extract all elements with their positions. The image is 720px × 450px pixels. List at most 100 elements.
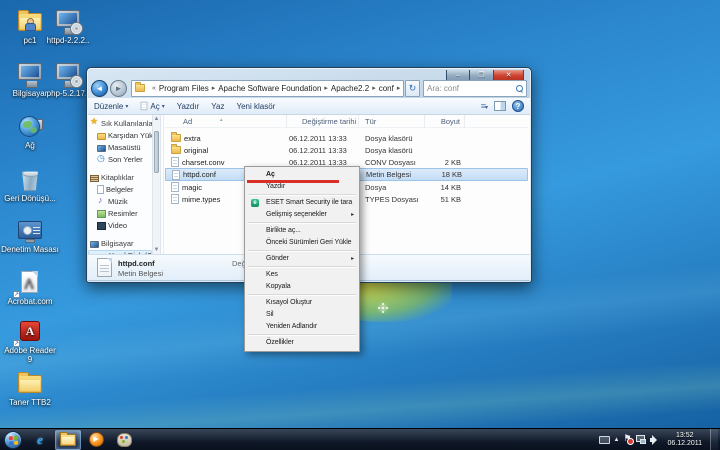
menu-item-create-shortcut[interactable]: Kısayol Oluştur <box>246 297 358 309</box>
scroll-up-icon[interactable]: ▲ <box>153 115 160 123</box>
show-desktop-button[interactable] <box>710 429 718 450</box>
clock-icon <box>97 155 106 164</box>
details-filename: httpd.conf <box>118 259 155 268</box>
computer-icon <box>90 241 99 248</box>
file-type: Dosya <box>359 183 425 192</box>
menu-item-cut[interactable]: Kes <box>246 269 358 281</box>
organize-button[interactable]: Düzenle ▾ <box>94 102 128 111</box>
column-header-name[interactable]: ▴Ad <box>165 115 287 128</box>
breadcrumb-segment[interactable]: Program Files <box>159 84 209 93</box>
file-row-extra[interactable]: extra 06.12.2011 13:33 Dosya klasörü <box>165 132 528 144</box>
desktop-icon-adobe-reader[interactable]: A↗ Adobe Reader 9 <box>1 318 59 364</box>
star-icon <box>90 119 99 128</box>
menu-item-copy[interactable]: Kopyala <box>246 281 358 293</box>
tray-display-icon[interactable] <box>599 436 610 444</box>
sidebar-scrollbar[interactable]: ▲ ▼ <box>152 115 161 254</box>
system-tray: ▲ 13:52 06.12.2011 <box>599 429 720 450</box>
action-center-flag-icon[interactable] <box>623 435 632 445</box>
start-button[interactable] <box>0 429 26 450</box>
desktop-icon-label: Adobe Reader 9 <box>4 346 56 364</box>
menu-item-delete[interactable]: Sil <box>246 309 358 321</box>
media-player-icon: ▶ <box>89 432 104 447</box>
libraries-icon <box>90 175 99 182</box>
chevron-down-icon: ▾ <box>125 103 128 110</box>
taskbar-internet-explorer[interactable]: e <box>27 430 53 450</box>
menu-item-print[interactable]: Yazdır <box>246 181 358 193</box>
column-header-size[interactable]: Boyut <box>425 115 465 128</box>
breadcrumb-dropdown-icon[interactable]: ▾ <box>403 84 404 92</box>
desktop-icon-control-panel[interactable]: Denetim Masası <box>1 217 59 254</box>
desktop-icon-acrobat-com[interactable]: ⋀↗ Acrobat.com <box>1 269 59 306</box>
new-folder-button[interactable]: Yeni klasör <box>236 102 275 111</box>
menu-item-properties[interactable]: Özellikler <box>246 337 358 349</box>
taskbar-paint[interactable] <box>111 430 137 450</box>
breadcrumb-separator[interactable]: ▸ <box>324 84 328 92</box>
menu-item-restore-previous-versions[interactable]: Önceki Sürümleri Geri Yükle <box>246 237 358 249</box>
menu-separator <box>248 222 356 224</box>
breadcrumb-segment[interactable]: Apache2.2 <box>331 84 369 93</box>
details-filetype: Metin Belgesi <box>118 269 163 278</box>
desktop-icon-label: php-5.2.17.. <box>47 89 90 98</box>
sidebar-item-video[interactable]: Video <box>88 220 152 231</box>
section-label: Sık Kullanılanlar <box>101 119 152 128</box>
breadcrumb-overflow[interactable]: « <box>152 85 156 92</box>
scrollbar-thumb[interactable] <box>154 131 159 173</box>
menu-item-rename[interactable]: Yeniden Adlandır <box>246 321 358 333</box>
breadcrumb-separator[interactable]: ▸ <box>212 84 216 92</box>
file-date: 06.12.2011 13:33 <box>287 134 359 143</box>
sidebar-item-desktop[interactable]: Masaüstü <box>88 142 152 153</box>
sidebar-section-favorites[interactable]: Sık Kullanılanlar <box>88 118 152 129</box>
breadcrumb-segment[interactable]: conf <box>379 84 394 93</box>
search-input[interactable]: Ara: conf <box>423 80 527 97</box>
sidebar-item-pictures[interactable]: Resimler <box>88 208 152 219</box>
taskbar-clock[interactable]: 13:52 06.12.2011 <box>663 432 706 448</box>
document-icon <box>171 194 179 204</box>
open-button[interactable]: Aç ▾ <box>140 101 164 111</box>
breadcrumb-separator[interactable]: ▸ <box>397 84 401 92</box>
sidebar-section-computer[interactable]: Bilgisayar <box>88 238 152 249</box>
file-row-original[interactable]: original 06.12.2011 13:33 Dosya klasörü <box>165 144 528 156</box>
document-icon <box>172 170 180 180</box>
taskbar-media-player[interactable]: ▶ <box>83 430 109 450</box>
burn-button[interactable]: Yaz <box>211 102 224 111</box>
sidebar-item-music[interactable]: Müzik <box>88 196 152 207</box>
burn-label: Yaz <box>211 102 224 111</box>
sidebar-section-libraries[interactable]: Kitaplıklar <box>88 172 152 183</box>
menu-item-advanced-options[interactable]: Gelişmiş seçenekler▸ <box>246 209 358 221</box>
desktop-icon-recycle-bin[interactable]: Geri Dönüşü... <box>1 166 59 203</box>
breadcrumb-segment[interactable]: Apache Software Foundation <box>218 84 321 93</box>
desktop-icon-httpd-installer[interactable]: httpd-2.2.2.. <box>39 8 97 45</box>
show-hidden-icons-arrow[interactable]: ▲ <box>614 437 620 443</box>
forward-button[interactable]: ► <box>110 80 127 97</box>
column-header-type[interactable]: Tür <box>359 115 425 128</box>
menu-item-send-to[interactable]: Gönder▸ <box>246 253 358 265</box>
breadcrumb-separator[interactable]: ▸ <box>372 84 376 92</box>
sidebar-item-downloads[interactable]: Karşıdan Yüklem <box>88 130 152 141</box>
adobe-reader-icon: A↗ <box>15 318 45 345</box>
command-toolbar: Düzenle ▾ Aç ▾ Yazdır Yaz Yeni klasör ≡▾… <box>88 98 530 115</box>
network-tray-icon[interactable] <box>636 435 646 444</box>
print-button[interactable]: Yazdır <box>177 102 200 111</box>
sidebar-item-label: Son Yerler <box>108 155 143 164</box>
sidebar-item-documents[interactable]: Belgeler <box>88 184 152 195</box>
folder-icon <box>171 134 181 142</box>
recycle-bin-icon <box>15 166 45 193</box>
column-header-date[interactable]: Değiştirme tarihi <box>287 115 359 128</box>
desktop-icon-network[interactable]: Ağ <box>1 113 59 150</box>
menu-item-open-with[interactable]: Birlikte aç... <box>246 225 358 237</box>
desktop-icon-folder-taner[interactable]: Taner TTB2 <box>1 370 59 407</box>
refresh-button[interactable]: ↻ <box>405 80 420 97</box>
breadcrumb[interactable]: « Program Files ▸ Apache Software Founda… <box>131 80 404 97</box>
help-button[interactable]: ? <box>512 100 524 112</box>
submenu-arrow-icon: ▸ <box>351 209 354 221</box>
sidebar-item-recent[interactable]: Son Yerler <box>88 154 152 165</box>
volume-tray-icon[interactable] <box>650 435 659 444</box>
scroll-down-icon[interactable]: ▼ <box>153 246 160 254</box>
back-button[interactable]: ◄ <box>91 80 108 97</box>
views-button[interactable]: ≡▾ <box>481 101 488 111</box>
taskbar-explorer-active[interactable] <box>55 430 81 450</box>
chevron-down-icon: ▾ <box>162 103 165 110</box>
preview-pane-button[interactable] <box>494 101 506 111</box>
menu-item-eset-scan[interactable]: eESET Smart Security ile tara <box>246 197 358 209</box>
submenu-arrow-icon: ▸ <box>351 253 354 265</box>
